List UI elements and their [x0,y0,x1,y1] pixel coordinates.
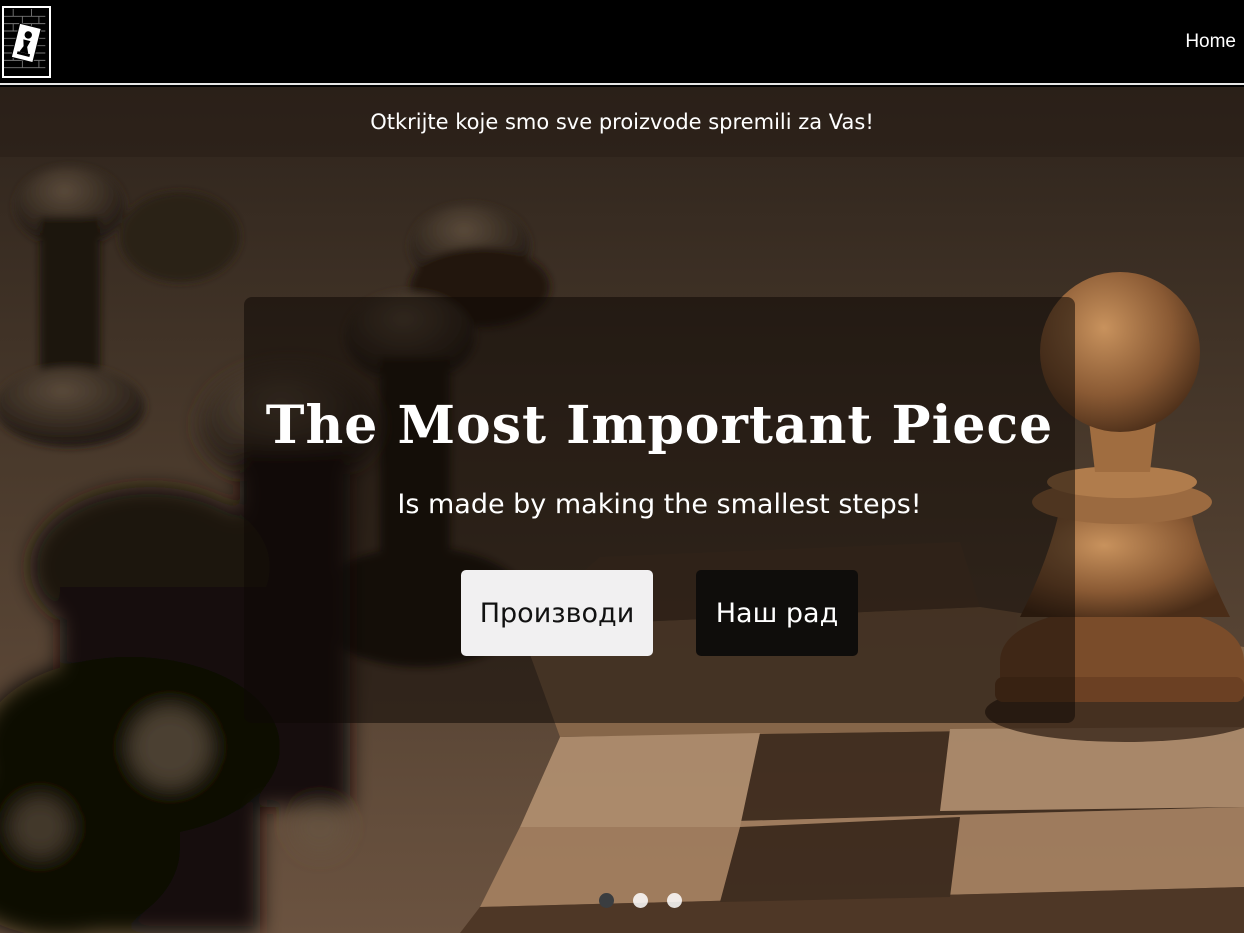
hero-caption: The Most Important Piece Is made by maki… [244,297,1075,723]
carousel-dot-3[interactable] [666,893,682,908]
hero-subtitle: Is made by making the smallest steps! [397,489,922,520]
carousel-dot-1[interactable] [598,893,614,908]
our-work-button[interactable]: Наш рад [696,570,858,656]
announcement-text: Otkrijte koje smo sve proizvode spremili… [370,110,874,134]
navbar: Home [0,0,1244,85]
products-button[interactable]: Производи [461,570,653,656]
nav-home-link[interactable]: Home [1185,31,1236,53]
hero-title: The Most Important Piece [265,395,1054,456]
carousel-indicators [0,893,1244,908]
announcement-banner: Otkrijte koje smo sve proizvode spremili… [0,87,1244,157]
carousel-dot-2[interactable] [632,893,648,908]
logo-icon[interactable] [2,6,51,78]
hero-carousel: Otkrijte koje smo sve proizvode spremili… [0,87,1244,933]
chess-pawn-logo-icon [4,8,49,76]
